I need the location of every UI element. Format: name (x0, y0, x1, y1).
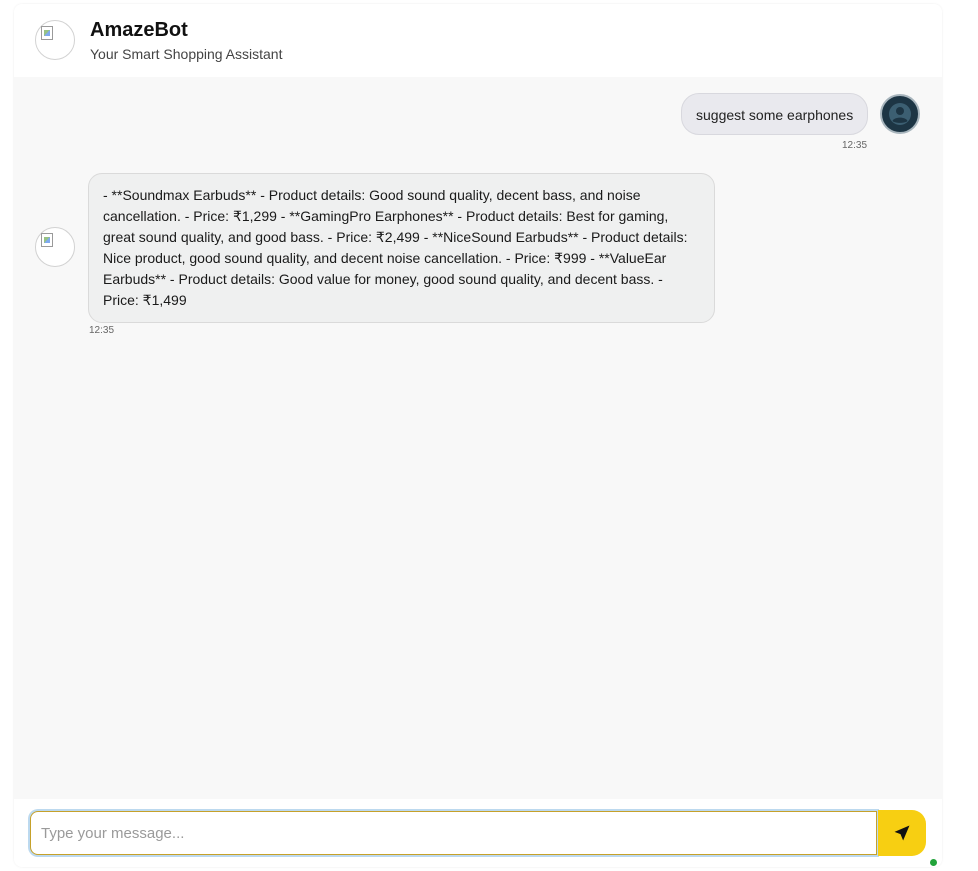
user-avatar-icon (889, 103, 911, 125)
bot-message-bubble: - **Soundmax Earbuds** - Product details… (88, 173, 715, 323)
user-avatar (880, 94, 920, 134)
chat-window: AmazeBot Your Smart Shopping Assistant s… (14, 4, 942, 867)
user-message-time: 12:35 (842, 140, 868, 151)
message-input[interactable] (30, 811, 877, 855)
user-message-bubble: suggest some earphones (681, 93, 869, 135)
online-status-indicator (930, 859, 937, 866)
bot-avatar-header (35, 20, 75, 60)
bot-message-time: 12:35 (89, 325, 115, 336)
composer-bar (14, 799, 942, 867)
send-arrow-icon (894, 825, 910, 841)
broken-image-icon (41, 233, 53, 247)
bot-tagline: Your Smart Shopping Assistant (90, 46, 283, 62)
send-button[interactable] (878, 810, 926, 856)
bot-avatar (35, 227, 75, 267)
bot-name: AmazeBot (90, 19, 188, 41)
chat-header: AmazeBot Your Smart Shopping Assistant (14, 4, 942, 77)
broken-image-icon (41, 26, 53, 40)
